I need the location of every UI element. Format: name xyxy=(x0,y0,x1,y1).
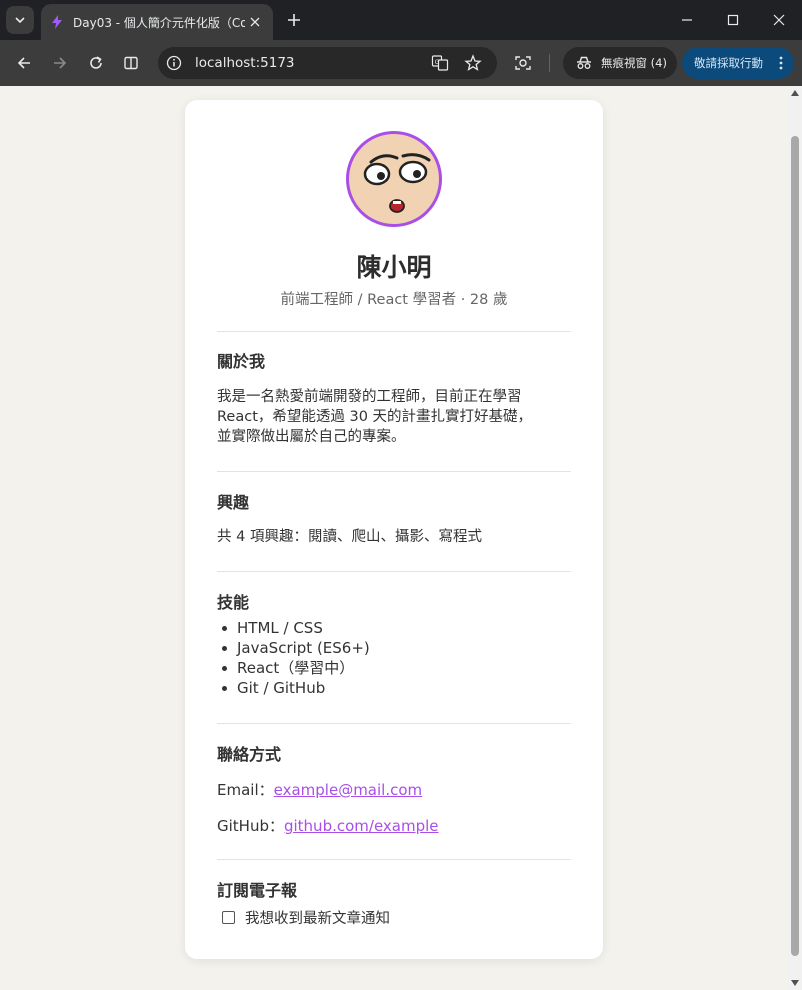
chevron-down-icon xyxy=(15,17,25,24)
page-viewport: 陳小明 前端工程師 / React 學習者 · 28 歲 關於我 我是一名熱愛前… xyxy=(0,86,802,990)
reload-icon xyxy=(90,56,102,69)
profile-card: 陳小明 前端工程師 / React 學習者 · 28 歲 關於我 我是一名熱愛前… xyxy=(185,100,603,959)
close-window-button[interactable] xyxy=(756,0,802,40)
email-label: Email： xyxy=(217,781,274,799)
scroll-up-arrow-icon[interactable] xyxy=(791,90,799,96)
close-icon xyxy=(773,14,785,26)
incognito-icon xyxy=(577,56,591,69)
more-options-icon[interactable] xyxy=(778,53,784,73)
google-lens-icon xyxy=(515,56,531,70)
worried-face-avatar-icon xyxy=(363,153,431,213)
maximize-button[interactable] xyxy=(710,0,756,40)
plus-icon xyxy=(288,14,300,26)
arrow-right-icon xyxy=(54,57,67,69)
forward-button[interactable] xyxy=(47,50,73,76)
contact-title: 聯絡方式 xyxy=(217,745,282,764)
translate-icon[interactable]: G xyxy=(430,53,450,73)
split-view-icon xyxy=(124,56,138,70)
minimize-button[interactable] xyxy=(664,0,710,40)
skills-title: 技能 xyxy=(217,593,250,612)
vite-lightning-icon xyxy=(49,14,65,30)
skill-item: JavaScript (ES6+) xyxy=(217,638,370,658)
vertical-scrollbar[interactable] xyxy=(788,86,802,990)
avatar xyxy=(346,131,442,227)
divider xyxy=(217,723,571,724)
email-link[interactable]: example@mail.com xyxy=(274,781,423,799)
bookmark-star-icon[interactable] xyxy=(463,53,483,73)
skill-item: React（學習中） xyxy=(217,658,370,678)
arrow-left-icon xyxy=(17,57,30,69)
new-tab-button[interactable] xyxy=(282,8,306,32)
contact-github-row: GitHub：github.com/example xyxy=(217,815,439,836)
github-link[interactable]: github.com/example xyxy=(284,817,439,835)
tab-bar: Day03 - 個人簡介元件化版（Co xyxy=(0,0,802,40)
svg-text:G: G xyxy=(435,59,440,66)
divider xyxy=(217,471,571,472)
scrollbar-thumb[interactable] xyxy=(791,136,799,956)
newsletter-checkbox-label[interactable]: 我想收到最新文章通知 xyxy=(245,907,390,928)
about-line: 我是一名熱愛前端開發的工程師，目前正在學習 xyxy=(217,389,522,405)
skills-list: HTML / CSS JavaScript (ES6+) React（學習中） … xyxy=(217,618,370,698)
tab-title: Day03 - 個人簡介元件化版（Co xyxy=(73,15,245,30)
interests-text: 共 4 項興趣：閱讀、爬山、攝影、寫程式 xyxy=(217,529,482,545)
browser-tab-active[interactable]: Day03 - 個人簡介元件化版（Co xyxy=(41,4,273,40)
about-line: React，希望能透過 30 天的計畫扎實打好基礎， xyxy=(217,409,533,425)
about-title: 關於我 xyxy=(217,352,266,371)
github-label: GitHub： xyxy=(217,817,284,835)
skill-item: Git / GitHub xyxy=(217,678,370,698)
close-tab-icon[interactable] xyxy=(245,12,265,32)
interests-title: 興趣 xyxy=(217,493,250,512)
split-view-button[interactable] xyxy=(118,50,144,76)
back-button[interactable] xyxy=(11,50,37,76)
lens-button[interactable] xyxy=(510,50,536,76)
maximize-icon xyxy=(727,14,739,26)
minimize-icon xyxy=(682,19,692,21)
divider xyxy=(217,571,571,572)
about-line: 並實際做出屬於自己的專案。 xyxy=(217,429,406,445)
about-text: 我是一名熱愛前端開發的工程師，目前正在學習 React，希望能透過 30 天的計… xyxy=(217,387,567,447)
address-bar[interactable]: localhost:5173 G xyxy=(158,47,497,79)
action-label: 敬請採取行動 xyxy=(694,56,763,70)
skill-item: HTML / CSS xyxy=(217,618,370,638)
incognito-indicator[interactable]: 無痕視窗 (4) xyxy=(563,47,677,79)
tab-search-button[interactable] xyxy=(6,6,34,34)
profile-name: 陳小明 xyxy=(356,253,432,282)
browser-toolbar: localhost:5173 G 無痕視窗 (4) 敬請採取行動 xyxy=(0,40,802,86)
contact-email-row: Email：example@mail.com xyxy=(217,779,422,800)
chrome-action-button[interactable]: 敬請採取行動 xyxy=(682,47,794,79)
reload-button[interactable] xyxy=(83,50,109,76)
newsletter-checkbox[interactable] xyxy=(222,911,235,924)
divider xyxy=(217,331,571,332)
site-info-icon[interactable] xyxy=(164,53,184,73)
newsletter-title: 訂閱電子報 xyxy=(217,881,298,900)
divider xyxy=(217,859,571,860)
scroll-down-arrow-icon[interactable] xyxy=(791,980,799,986)
incognito-label: 無痕視窗 (4) xyxy=(601,56,667,70)
toolbar-separator xyxy=(549,54,550,72)
profile-subtitle: 前端工程師 / React 學習者 · 28 歲 xyxy=(280,292,508,308)
url-text: localhost:5173 xyxy=(195,55,295,71)
